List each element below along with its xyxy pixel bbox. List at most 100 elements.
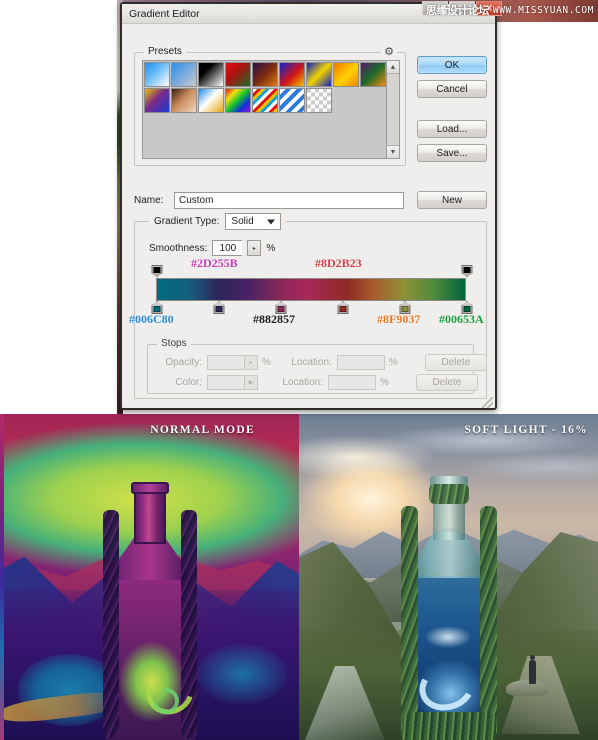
color-stop-5-hex-label: #8F9037	[377, 312, 421, 326]
preset-swatch-red-green[interactable]	[225, 62, 251, 87]
preset-swatch-orange-yellow[interactable]	[333, 62, 359, 87]
opacity-delete-button[interactable]: Delete	[424, 354, 487, 371]
left-bottle-moss-left	[102, 510, 119, 738]
opacity-stop-left[interactable]	[151, 265, 163, 277]
opacity-label: Opacity:	[165, 357, 202, 368]
color-label: Color:	[175, 377, 202, 388]
stop-color-chip	[215, 306, 223, 312]
color-delete-button[interactable]: Delete	[415, 374, 478, 391]
scroll-down-icon[interactable]: ▼	[387, 145, 399, 158]
preset-swatch-blue-stripes[interactable]	[279, 88, 305, 113]
gradient-bar[interactable]	[156, 278, 466, 301]
color-location-label: Location:	[282, 377, 323, 388]
scroll-up-icon[interactable]: ▲	[387, 61, 399, 74]
save-button[interactable]: Save...	[417, 144, 487, 162]
name-label: Name:	[134, 194, 164, 206]
preset-swatch-black-white[interactable]	[198, 62, 224, 87]
dialog-title: Gradient Editor	[129, 7, 200, 20]
gradient-type-label: Gradient Type:	[154, 216, 220, 227]
left-bottle-lip	[130, 482, 169, 494]
preset-swatch-blue-red-yellow[interactable]	[279, 62, 305, 87]
color-location-unit: %	[380, 377, 389, 388]
opacity-unit: %	[262, 357, 271, 368]
presets-grid[interactable]	[143, 61, 386, 158]
preset-swatch-blue-white[interactable]	[144, 62, 170, 87]
presets-listbox[interactable]: ▲ ▼	[142, 60, 400, 159]
color-stop-2-hex-label: #2D255B	[191, 256, 238, 270]
preset-swatch-blue-transparent[interactable]	[171, 62, 197, 87]
opacity-stepper-icon[interactable]: ▸	[245, 355, 258, 370]
right-bottle-moss-left	[400, 506, 418, 740]
smoothness-stepper-icon[interactable]: ▸	[247, 240, 262, 256]
watermark-url-text: WWW.MISSYUAN.COM	[492, 4, 594, 16]
right-bottle-moss-top	[428, 484, 469, 504]
ok-button[interactable]: OK	[417, 56, 487, 74]
presets-legend: Presets	[144, 46, 186, 57]
load-button[interactable]: Load...	[417, 120, 487, 138]
left-bottle	[101, 482, 202, 740]
color-stop-3-hex-label: #882857	[253, 312, 295, 326]
color-stop-4[interactable]	[337, 301, 349, 314]
chevron-down-icon	[267, 219, 276, 224]
opacity-location-label: Location:	[291, 357, 332, 368]
cancel-button[interactable]: Cancel	[417, 80, 487, 98]
preset-swatch-copper[interactable]	[171, 88, 197, 113]
comparison-images: NORMAL MODE SOFT LIGHT - 16%	[0, 414, 598, 740]
left-edge-strip	[0, 414, 4, 740]
right-bottle-moss-right	[479, 506, 497, 740]
preset-swatch-blue-yellow[interactable]	[306, 62, 332, 87]
gradient-type-row: Gradient Type: Solid	[149, 213, 287, 230]
watermark-cn-text: 思缘设计论坛	[425, 4, 490, 17]
color-location-input[interactable]	[328, 375, 376, 390]
stops-legend: Stops	[157, 338, 191, 349]
new-button[interactable]: New	[417, 191, 487, 209]
stop-color-chip	[463, 267, 471, 273]
opacity-stop-row: Opacity: ▸ % Location: % Delete	[158, 354, 487, 371]
preset-swatch-violet-orange[interactable]	[252, 62, 278, 87]
smoothness-row: Smoothness: 100 ▸ %	[149, 240, 275, 256]
normal-mode-image: NORMAL MODE	[0, 414, 299, 740]
right-bottle	[400, 476, 498, 740]
preset-swatch-transparency-checker[interactable]	[306, 88, 332, 113]
color-stop-row: Color: ▶ Location: % Delete	[158, 374, 478, 391]
gradient-editor-dialog: Gradient Editor Presets ⚙ ▲ ▼ OK Cancel …	[120, 2, 497, 410]
gear-icon[interactable]: ⚙	[381, 45, 397, 59]
right-person-figure	[529, 655, 536, 684]
watermark: 思缘设计论坛 WWW.MISSYUAN.COM	[426, 2, 594, 18]
right-rock	[506, 680, 548, 696]
soft-light-label: SOFT LIGHT - 16%	[464, 424, 588, 436]
opacity-input[interactable]	[207, 355, 245, 370]
name-input[interactable]: Custom	[174, 191, 404, 209]
smoothness-label: Smoothness:	[149, 242, 208, 254]
color-stop-4-hex-label: #8D2B23	[315, 256, 362, 270]
presets-scrollbar[interactable]: ▲ ▼	[386, 61, 399, 158]
opacity-location-unit: %	[388, 357, 398, 368]
button-gap	[417, 104, 487, 114]
color-dropdown-icon[interactable]: ▶	[245, 375, 258, 390]
smoothness-unit: %	[266, 242, 276, 254]
preset-swatch-yellow-violet-blue[interactable]	[144, 88, 170, 113]
stop-color-chip	[339, 306, 347, 312]
preset-swatch-spectrum[interactable]	[225, 88, 251, 113]
opacity-location-input[interactable]	[336, 355, 385, 370]
gradient-type-group: Gradient Type: Solid Smoothness: 100 ▸ %…	[129, 213, 487, 399]
soft-light-image: SOFT LIGHT - 16%	[299, 414, 598, 740]
preset-swatch-violet-green-orange[interactable]	[360, 62, 386, 87]
color-stop-6-hex-label: #00653A	[439, 312, 484, 326]
preset-swatch-blue-white-gold[interactable]	[198, 88, 224, 113]
opacity-stop-right[interactable]	[461, 265, 473, 277]
stop-color-chip	[153, 267, 161, 273]
color-stop-1-hex-label: #006C80	[129, 312, 174, 326]
dialog-body: Presets ⚙ ▲ ▼ OK Cancel Load... Save... …	[122, 24, 495, 410]
gradient-preview-area: #006C80 #2D255B #882857 #8D2B23 #8F9037 #0065…	[129, 256, 484, 340]
name-row: Name: Custom New	[134, 191, 487, 209]
color-swatch-input[interactable]	[207, 375, 245, 390]
preset-swatch-transparent-rainbow[interactable]	[252, 88, 278, 113]
gradient-type-select[interactable]: Solid	[225, 213, 282, 230]
color-stop-2[interactable]	[213, 301, 225, 314]
presets-group: Presets ⚙ ▲ ▼	[134, 45, 406, 166]
resize-grip[interactable]	[482, 397, 493, 408]
smoothness-input[interactable]: 100	[212, 240, 243, 256]
stops-group: Stops Opacity: ▸ % Location: % Delete Co…	[147, 338, 487, 394]
gradient-type-value: Solid	[231, 216, 254, 227]
